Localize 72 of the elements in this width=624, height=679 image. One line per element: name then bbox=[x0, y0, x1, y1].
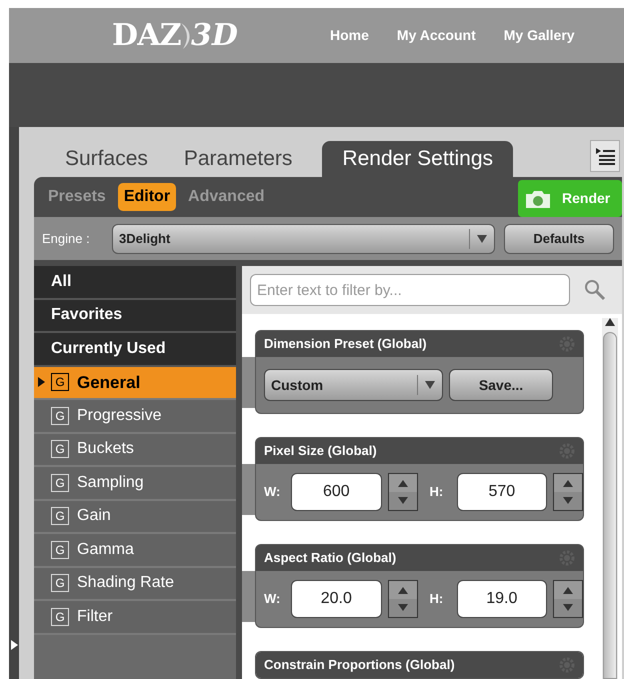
subtab[interactable]: Presets bbox=[42, 183, 112, 212]
group-icon: G bbox=[51, 507, 69, 526]
scrollbar[interactable] bbox=[602, 318, 618, 679]
increment-icon[interactable] bbox=[388, 581, 416, 599]
decrement-icon[interactable] bbox=[554, 599, 582, 617]
group-icon: G bbox=[51, 540, 69, 559]
spinner-buttons[interactable] bbox=[553, 473, 583, 511]
category-item[interactable]: G General bbox=[34, 366, 236, 400]
field-label: W: bbox=[264, 590, 282, 608]
group-icon: G bbox=[51, 574, 69, 592]
tab[interactable]: Surfaces bbox=[49, 141, 164, 177]
save-button[interactable]: Save... bbox=[449, 369, 553, 401]
property-title: Pixel Size (Global) bbox=[264, 442, 377, 460]
subtab[interactable]: Advanced bbox=[182, 183, 271, 212]
expand-arrow-icon[interactable] bbox=[11, 640, 18, 650]
field-label: H: bbox=[430, 590, 444, 608]
menu-icon bbox=[595, 147, 615, 165]
selected-arrow-icon bbox=[38, 377, 45, 388]
property-title: Aspect Ratio (Global) bbox=[264, 549, 396, 568]
tab[interactable]: Render Settings bbox=[322, 141, 514, 177]
category-item[interactable]: G Filter bbox=[34, 601, 236, 634]
camera-icon bbox=[524, 188, 552, 208]
group-icon: G bbox=[51, 373, 69, 392]
number-field[interactable]: 19.0 bbox=[456, 580, 547, 618]
property-title: Dimension Preset (Global) bbox=[264, 335, 427, 354]
drag-handle[interactable] bbox=[242, 571, 255, 622]
field-label: H: bbox=[430, 483, 444, 502]
drag-handle[interactable] bbox=[242, 464, 255, 515]
spinner-buttons[interactable] bbox=[388, 473, 418, 511]
increment-icon[interactable] bbox=[554, 581, 582, 599]
subtab[interactable]: Editor bbox=[118, 183, 176, 212]
category-item[interactable]: G Gamma bbox=[34, 534, 236, 568]
field-label: W: bbox=[264, 483, 282, 502]
category-item[interactable]: G Gain bbox=[34, 500, 236, 534]
defaults-button[interactable]: Defaults bbox=[504, 224, 614, 254]
category-item[interactable]: All bbox=[34, 266, 236, 300]
spinner-buttons[interactable] bbox=[388, 580, 418, 618]
filter-field[interactable]: Enter text to filter by... bbox=[250, 274, 570, 306]
property-title: Constrain Proportions (Global) bbox=[264, 656, 455, 674]
category-item[interactable]: Currently Used bbox=[34, 333, 236, 366]
category-item[interactable]: G Buckets bbox=[34, 434, 236, 467]
engine-label: Engine : bbox=[42, 230, 91, 248]
swoosh-icon bbox=[180, 22, 191, 48]
spinner-buttons[interactable] bbox=[553, 580, 583, 618]
dropdown-arrow-icon bbox=[425, 381, 435, 389]
decrement-icon[interactable] bbox=[388, 599, 416, 617]
number-field[interactable]: 570 bbox=[456, 473, 547, 511]
group-icon: G bbox=[51, 474, 69, 492]
increment-icon[interactable] bbox=[554, 474, 582, 492]
scroll-up-icon[interactable] bbox=[605, 318, 615, 326]
group-icon: G bbox=[51, 440, 69, 458]
panel-menu-button[interactable] bbox=[590, 140, 620, 172]
number-field[interactable]: 20.0 bbox=[291, 580, 382, 618]
drag-handle[interactable] bbox=[242, 357, 255, 408]
decrement-icon[interactable] bbox=[554, 492, 582, 510]
group-icon: G bbox=[51, 406, 69, 425]
logo-text: DAZ bbox=[112, 17, 181, 55]
logo-text: 3D bbox=[190, 17, 238, 55]
engine-dropdown[interactable]: 3Delight bbox=[112, 224, 495, 254]
category-item[interactable]: Favorites bbox=[34, 300, 236, 333]
tab[interactable]: Parameters bbox=[168, 141, 308, 177]
number-field[interactable]: 600 bbox=[291, 473, 382, 511]
scroll-thumb[interactable] bbox=[603, 332, 617, 679]
search-icon[interactable] bbox=[584, 279, 606, 301]
category-item[interactable]: G Progressive bbox=[34, 400, 236, 434]
dropdown-arrow-icon bbox=[477, 234, 487, 243]
category-item[interactable]: G Shading Rate bbox=[34, 568, 236, 601]
increment-icon[interactable] bbox=[388, 474, 416, 492]
category-item[interactable]: G Sampling bbox=[34, 467, 236, 500]
decrement-icon[interactable] bbox=[388, 492, 416, 510]
group-icon: G bbox=[51, 608, 69, 626]
preset-dropdown[interactable]: Custom bbox=[264, 369, 443, 401]
